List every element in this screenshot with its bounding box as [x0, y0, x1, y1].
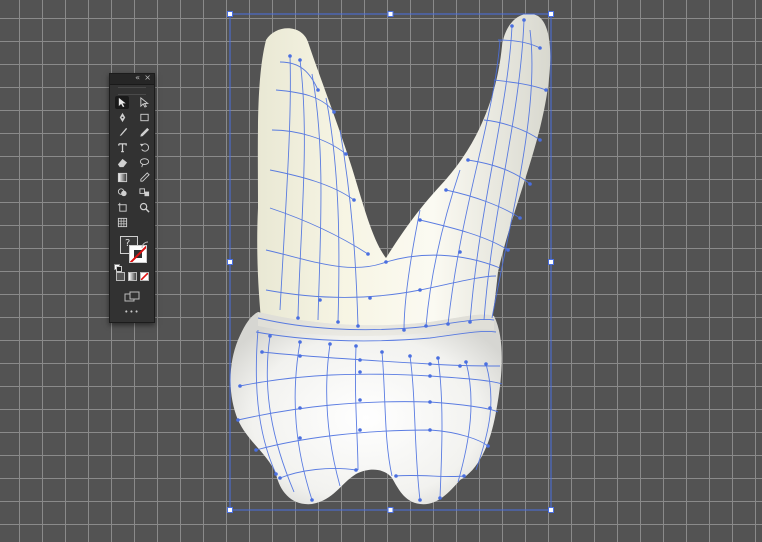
draw-mode-icon[interactable]	[124, 288, 140, 302]
shape-builder-tool-icon[interactable]	[115, 186, 129, 199]
none-mode-button[interactable]	[140, 272, 149, 281]
rotate-tool-icon[interactable]	[137, 141, 151, 154]
gradient-tool-icon[interactable]	[115, 171, 129, 184]
color-mode-button[interactable]	[116, 272, 125, 281]
collapse-panel-button[interactable]: «	[135, 72, 140, 84]
resize-handle-bottom-right	[548, 507, 554, 513]
tools-panel[interactable]: « × ? •••	[109, 73, 155, 323]
default-fill-stroke-icon[interactable]	[114, 257, 122, 272]
swap-fill-stroke-icon[interactable]	[141, 234, 149, 249]
brush-tool-icon[interactable]	[115, 126, 129, 139]
direct-selection-tool-icon[interactable]	[137, 96, 151, 109]
type-tool-icon[interactable]	[115, 141, 129, 154]
resize-handle-bottom	[387, 507, 394, 513]
artboard-tool-icon[interactable]	[115, 201, 129, 214]
lasso-tool-icon[interactable]	[137, 156, 151, 169]
resize-handle-top-left	[227, 11, 233, 17]
close-panel-button[interactable]: ×	[144, 72, 151, 84]
resize-handle-right	[548, 259, 554, 265]
pencil-tool-icon[interactable]	[137, 126, 151, 139]
blend-tool-icon[interactable]	[137, 186, 151, 199]
tools-panel-header[interactable]: « ×	[110, 72, 154, 85]
gradient-mode-button[interactable]	[128, 272, 137, 281]
mesh-tool-icon[interactable]	[115, 216, 129, 229]
edit-toolbar-button[interactable]: •••	[110, 308, 154, 316]
pen-tool-icon[interactable]	[115, 111, 129, 124]
rectangle-tool-icon[interactable]	[137, 111, 151, 124]
resize-handle-top-right	[548, 11, 554, 17]
resize-handle-top	[387, 11, 394, 17]
eraser-tool-icon[interactable]	[115, 156, 129, 169]
selection-tool-icon[interactable]	[115, 96, 129, 109]
panel-grip[interactable]	[118, 87, 146, 95]
zoom-tool-icon[interactable]	[137, 201, 151, 214]
eyedropper-tool-icon[interactable]	[137, 171, 151, 184]
resize-handle-bottom-left	[227, 507, 233, 513]
resize-handle-left	[227, 259, 233, 265]
